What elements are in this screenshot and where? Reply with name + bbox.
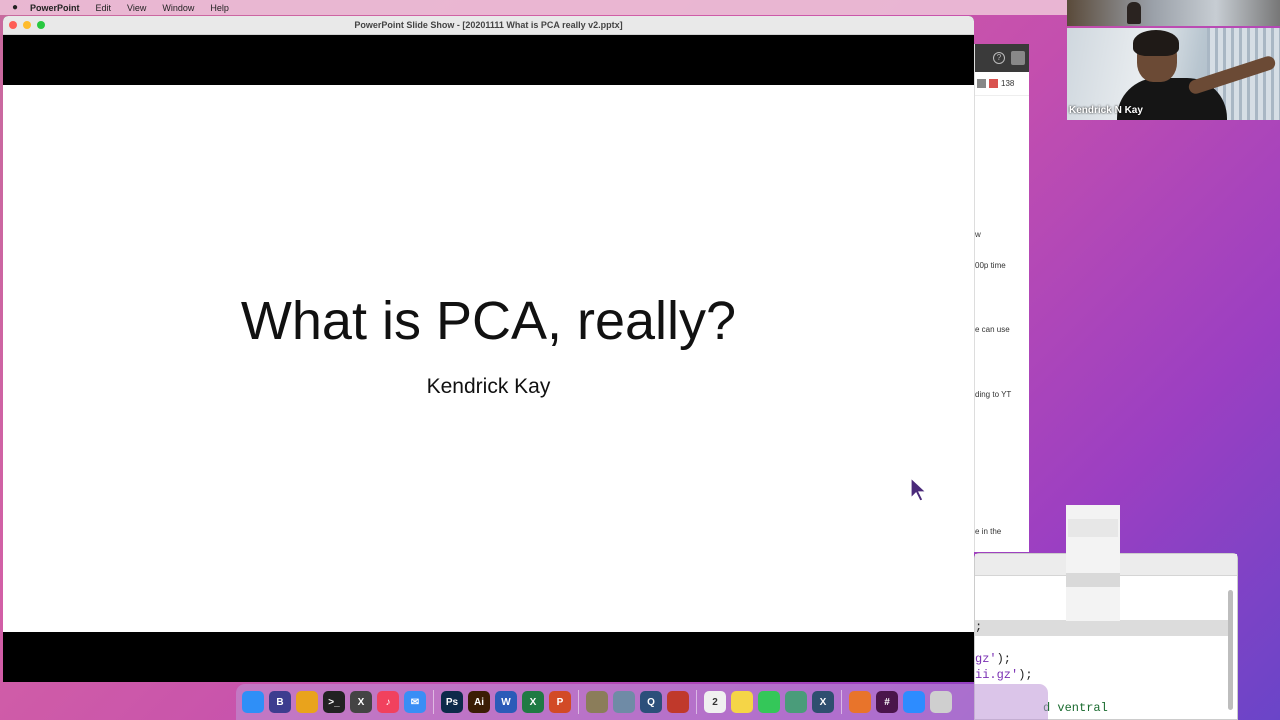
menu-view[interactable]: View [127, 3, 146, 13]
video-tile-speaker[interactable]: Kendrick N Kay [1067, 28, 1280, 120]
dock: B >_ X ♪ ✉ Ps Ai W X P Q 2 X # [236, 684, 1048, 720]
message-snippet: ding to YT [975, 390, 1012, 399]
trash-icon[interactable] [930, 691, 952, 713]
code-line: ; [975, 620, 983, 634]
menu-help[interactable]: Help [210, 3, 229, 13]
menu-app-powerpoint[interactable]: PowerPoint [30, 3, 80, 13]
video-tile-secondary[interactable] [1067, 0, 1280, 26]
message-snippet: e in the [975, 527, 1002, 536]
background-window-row: 138 [975, 72, 1029, 96]
message-snippet: e can use [975, 325, 1010, 334]
slideshow-titlebar[interactable]: PowerPoint Slide Show - [20201111 What i… [3, 16, 974, 35]
excel-icon[interactable]: X [522, 691, 544, 713]
message-snippet: 00p time [975, 261, 1006, 270]
code-line: ii.gz'); [975, 668, 1033, 682]
app-icon-1[interactable] [586, 691, 608, 713]
menu-edit[interactable]: Edit [96, 3, 112, 13]
finder-icon[interactable] [242, 691, 264, 713]
app-icon-4[interactable] [785, 691, 807, 713]
notes-icon[interactable] [731, 691, 753, 713]
speaker-hair [1133, 30, 1179, 56]
powerpoint-icon[interactable]: P [549, 691, 571, 713]
terminal-icon[interactable]: >_ [323, 691, 345, 713]
help-icon[interactable]: ? [993, 52, 1005, 64]
apple-icon[interactable]: ● [0, 2, 30, 13]
dock-separator [578, 690, 579, 714]
code-line: d ventral [1043, 701, 1108, 715]
photoshop-icon[interactable]: Ps [441, 691, 463, 713]
dock-separator [433, 690, 434, 714]
floating-panel-row [1068, 519, 1118, 537]
chrome-icon[interactable] [296, 691, 318, 713]
editor-scrollbar[interactable] [1228, 590, 1233, 710]
app-icon-3[interactable] [667, 691, 689, 713]
member-avatar-icon [989, 79, 998, 88]
video-participant-figure [1127, 2, 1141, 24]
window-title: PowerPoint Slide Show - [20201111 What i… [354, 20, 623, 30]
code-line: gz'); [975, 652, 1012, 666]
zoom-icon[interactable] [903, 691, 925, 713]
slack-icon[interactable]: # [876, 691, 898, 713]
music-icon[interactable]: ♪ [377, 691, 399, 713]
slideshow-window[interactable]: PowerPoint Slide Show - [20201111 What i… [3, 16, 974, 682]
editor-current-line [975, 620, 1229, 636]
calendar-icon[interactable]: 2 [704, 691, 726, 713]
illustrator-icon[interactable]: Ai [468, 691, 490, 713]
floating-panel-row [1066, 573, 1120, 587]
background-window-toolbar: ? [975, 44, 1029, 72]
background-window[interactable]: ? 138 w 00p time e can use ding to YT e … [974, 44, 1029, 552]
slide-subtitle: Kendrick Kay [426, 375, 551, 398]
mouse-cursor-icon [910, 477, 928, 502]
messages-icon[interactable] [758, 691, 780, 713]
member-count[interactable]: 138 [1001, 79, 1014, 88]
member-avatar-icon [977, 79, 986, 88]
dock-separator [841, 690, 842, 714]
dock-separator [696, 690, 697, 714]
mail-icon[interactable]: ✉ [404, 691, 426, 713]
bbedit-icon[interactable]: B [269, 691, 291, 713]
word-icon[interactable]: W [495, 691, 517, 713]
app-icon-2[interactable] [613, 691, 635, 713]
slide-title: What is PCA, really? [240, 291, 737, 351]
quicktime-icon[interactable]: Q [640, 691, 662, 713]
message-snippet: w [975, 230, 981, 239]
speaker-name-label: Kendrick N Kay [1069, 105, 1143, 116]
xquartz-icon[interactable]: X [812, 691, 834, 713]
floating-panel[interactable] [1066, 505, 1120, 621]
matlab-icon[interactable] [849, 691, 871, 713]
slide-canvas[interactable]: What is PCA, really? Kendrick Kay [3, 85, 974, 632]
x11-icon[interactable]: X [350, 691, 372, 713]
menu-window[interactable]: Window [162, 3, 194, 13]
avatar[interactable] [1011, 51, 1025, 65]
